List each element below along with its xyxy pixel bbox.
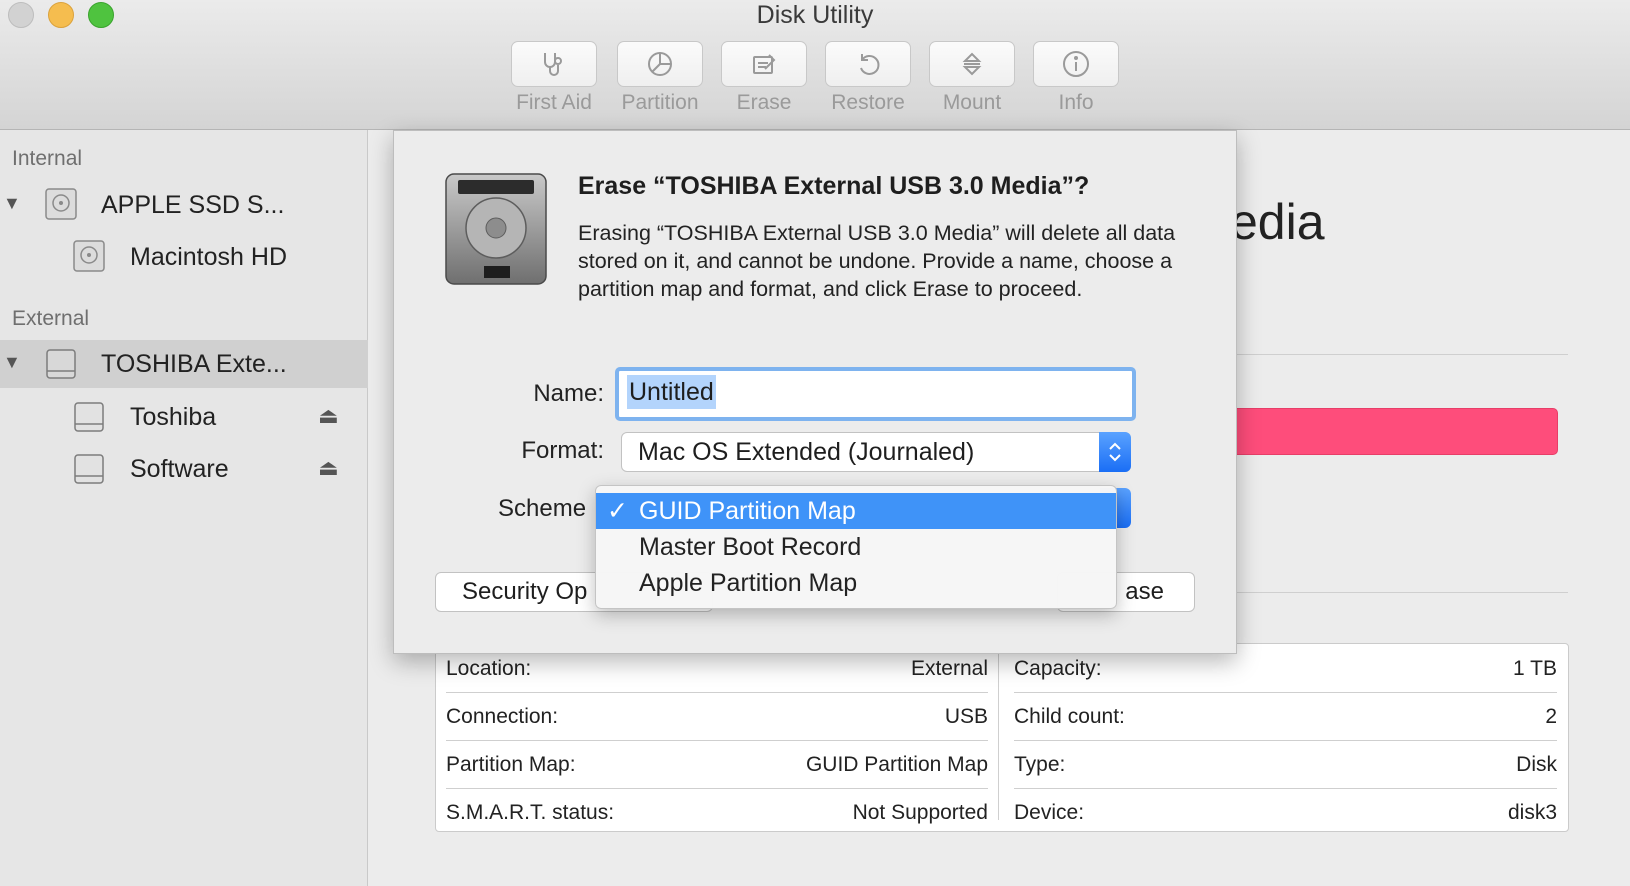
eraser-icon [753,54,776,74]
toolbar-partition[interactable]: Partition [616,41,704,115]
erase-toolbar-button[interactable] [721,41,807,87]
divider [1237,354,1568,355]
info-value: 1 TB [1513,656,1557,680]
sidebar-item-toshiba-external[interactable]: ▼ TOSHIBA Exte... [0,340,368,388]
info-button[interactable] [1033,41,1119,87]
sidebar-item-label: TOSHIBA Exte... [101,349,287,378]
info-value: GUID Partition Map [805,752,988,776]
name-field-value: Untitled [627,375,716,409]
sheet-message: Erasing “TOSHIBA External USB 3.0 Media”… [578,221,1176,301]
toolbar-restore[interactable]: Restore [824,41,912,115]
format-label: Format: [521,437,604,464]
internal-disk-icon [73,240,105,272]
info-label: S.M.A.R.T. status: [446,801,615,824]
sidebar-item-label: Macintosh HD [130,242,287,271]
info-label: Device: [1014,801,1085,824]
eject-icon[interactable]: ⏏ [318,403,339,429]
format-popup[interactable]: Mac OS Extended (Journaled) [621,432,1131,472]
info-value: 2 [1545,704,1557,728]
stethoscope-icon [544,53,562,76]
toolbar-mount[interactable]: Mount [928,41,1016,115]
disclosure-triangle[interactable]: ▼ [3,352,21,373]
info-value: External [910,656,988,680]
pie-icon [648,52,672,76]
info-label: Location: [446,656,532,680]
toolbar-erase[interactable]: Erase [720,41,808,115]
info-value: Not Supported [852,801,988,824]
menu-item-label: Master Boot Record [639,532,862,561]
external-disk-icon [46,349,76,379]
info-column-divider [998,646,999,820]
restore-button[interactable] [825,41,911,87]
info-row-child-count: Child count: 2 [1014,693,1557,741]
name-label: Name: [533,380,604,407]
info-label: Capacity: [1014,656,1102,680]
mount-label: Mount [942,91,1002,114]
sidebar-item-apple-ssd[interactable]: ▼ APPLE SSD S... [0,181,368,229]
info-label: Info [1058,91,1094,114]
info-label: Connection: [446,704,559,728]
scheme-menu: ✓ GUID Partition Map Master Boot Record … [595,485,1117,609]
popup-arrows[interactable] [1099,432,1131,472]
title-bar: Disk Utility First Aid Partition Erase R… [0,0,1630,130]
menu-item-label: GUID Partition Map [639,496,856,525]
sidebar-section-internal: Internal [12,147,83,170]
eject-icon[interactable]: ⏏ [318,455,339,481]
checkmark-icon: ✓ [607,497,628,525]
info-icon [1063,51,1089,77]
mount-icon [962,52,982,76]
partition-label: Partition [621,91,699,114]
info-row-smart-status: S.M.A.R.T. status: Not Supported [446,789,988,837]
info-label: Child count: [1014,704,1125,728]
mount-button[interactable] [929,41,1015,87]
menu-item-label: Apple Partition Map [639,568,858,597]
hard-drive-icon [445,173,547,285]
sidebar-section-external: External [12,307,90,330]
toolbar-first-aid[interactable]: First Aid [510,41,598,115]
info-row-type: Type: Disk [1014,741,1557,789]
erase-label: Erase [736,91,792,114]
partition-button[interactable] [617,41,703,87]
name-field[interactable]: Untitled [615,367,1136,421]
restore-label: Restore [831,91,905,114]
sidebar-item-label: APPLE SSD S... [101,190,285,219]
restore-icon [860,54,880,75]
sidebar-item-label: Toshiba [130,402,217,431]
chevron-updown-icon [1109,442,1121,462]
usage-bar [1230,408,1558,455]
sidebar-item-software-volume[interactable]: Software ⏏ [0,445,368,493]
sidebar-item-toshiba-volume[interactable]: Toshiba ⏏ [0,393,368,441]
window-title: Disk Utility [756,1,874,29]
disclosure-triangle[interactable]: ▼ [3,193,21,214]
divider [1237,592,1568,593]
info-row-device: Device: disk3 [1014,789,1557,837]
info-label: Partition Map: [446,752,576,776]
internal-disk-icon [45,188,77,220]
sidebar-item-macintosh-hd[interactable]: Macintosh HD [0,233,368,281]
sidebar-item-label: Software [130,454,229,483]
scheme-label: Scheme [498,495,587,522]
sheet-title: Erase “TOSHIBA External USB 3.0 Media”? [578,172,1090,200]
first-aid-button[interactable] [511,41,597,87]
info-value: USB [944,704,988,728]
external-disk-icon [74,454,104,484]
info-label: Type: [1014,752,1066,776]
external-disk-icon [74,402,104,432]
first-aid-label: First Aid [516,91,592,114]
device-title-fragment: edia [1230,194,1325,250]
info-row-partition-map: Partition Map: GUID Partition Map [446,741,988,789]
menu-item-master-boot-record[interactable]: Master Boot Record [596,529,1116,565]
info-value: Disk [1516,752,1557,776]
menu-item-apple-partition-map[interactable]: Apple Partition Map [596,565,1116,601]
format-popup-value: Mac OS Extended (Journaled) [638,437,975,466]
toolbar-info[interactable]: Info [1032,41,1120,115]
menu-item-guid-partition-map[interactable]: ✓ GUID Partition Map [596,493,1116,529]
info-value: disk3 [1507,801,1557,824]
info-row-connection: Connection: USB [446,693,988,741]
